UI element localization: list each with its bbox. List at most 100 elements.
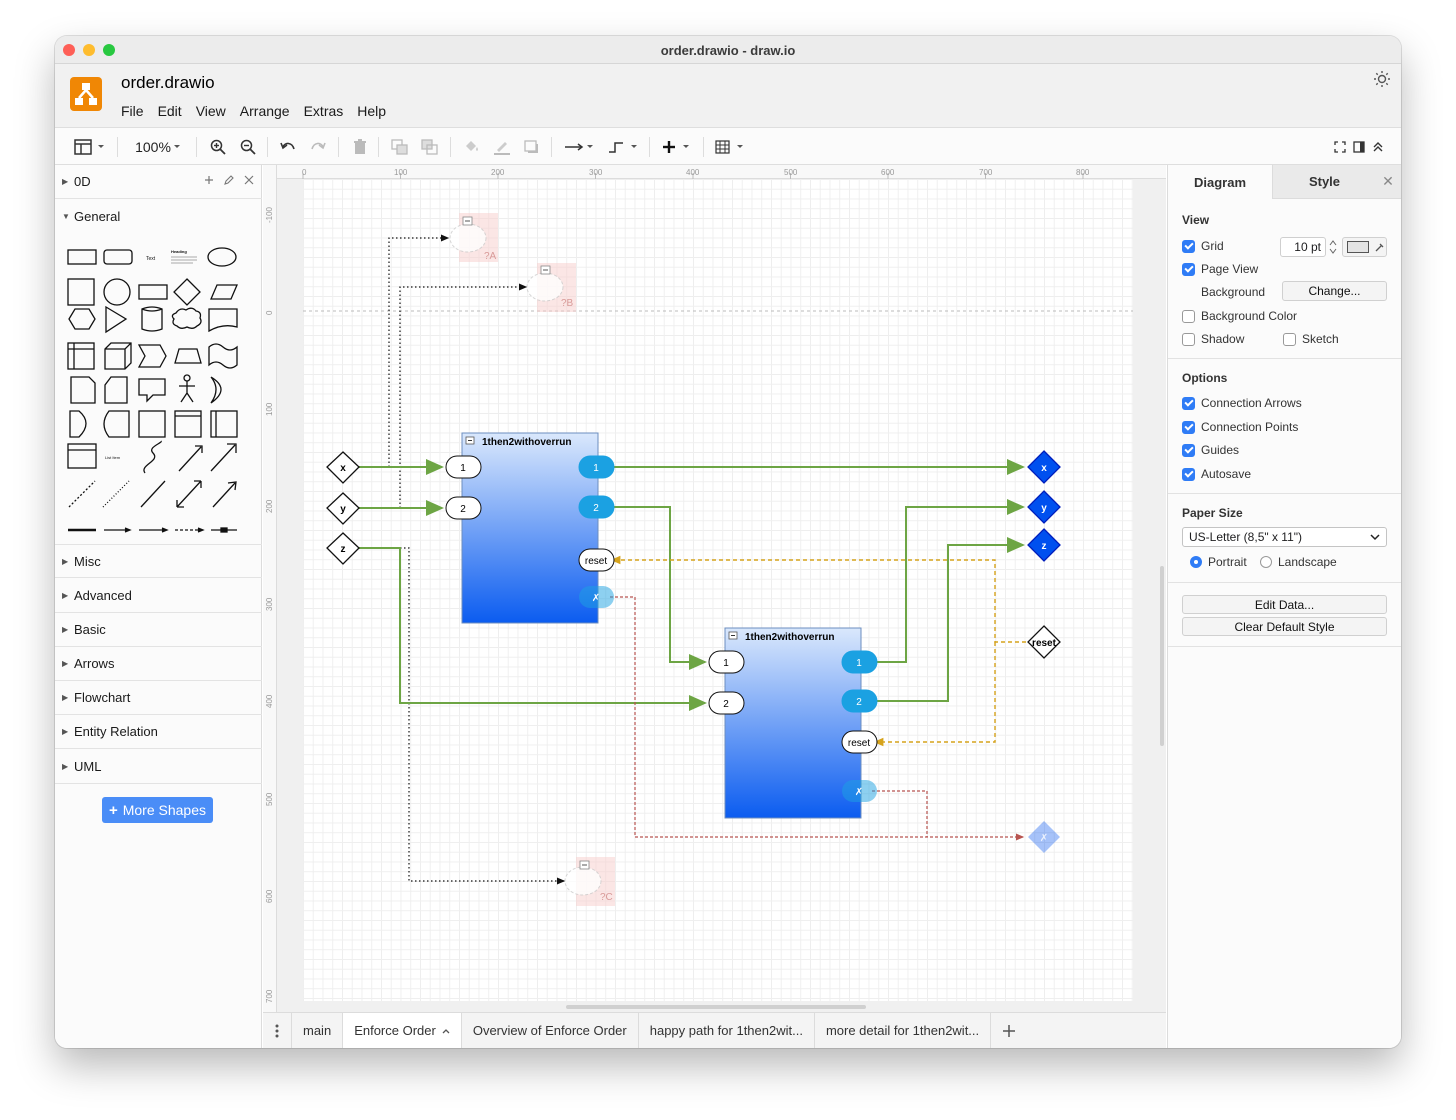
page-view-checkbox[interactable]	[1182, 262, 1195, 276]
connection-arrows-option[interactable]: Connection Arrows	[1182, 396, 1302, 410]
section-arrows[interactable]: ▶ Arrows	[55, 647, 262, 681]
format-panel-toggle-icon[interactable]	[73, 137, 107, 157]
insert-icon[interactable]	[662, 137, 694, 157]
page-view-option[interactable]: Page View	[1182, 262, 1258, 276]
tab-more-detail[interactable]: more detail for 1then2wit...	[815, 1012, 992, 1048]
background-color-option[interactable]: Background Color	[1182, 309, 1297, 323]
menu-help[interactable]: Help	[357, 103, 386, 119]
tab-diagram[interactable]: Diagram	[1168, 165, 1272, 199]
sketch-option[interactable]: Sketch	[1283, 332, 1339, 346]
connection-style-icon[interactable]	[563, 137, 597, 157]
menu-view[interactable]: View	[196, 103, 226, 119]
file-name[interactable]: order.drawio	[121, 73, 215, 93]
autosave-checkbox[interactable]	[1182, 467, 1195, 481]
horizontal-scrollbar[interactable]	[566, 1005, 866, 1009]
menu-file[interactable]: File	[121, 103, 144, 119]
close-icon[interactable]	[244, 175, 254, 185]
background-color-checkbox[interactable]	[1182, 309, 1195, 323]
redo-icon[interactable]	[309, 137, 327, 157]
table-icon[interactable]	[715, 137, 749, 157]
tab-enforce-order[interactable]: Enforce Order	[343, 1012, 462, 1048]
landscape-option[interactable]: Landscape	[1260, 555, 1337, 569]
add-icon[interactable]	[204, 175, 214, 185]
zoom-out-icon[interactable]	[239, 137, 257, 157]
section-general[interactable]: ▼ General	[55, 199, 262, 233]
block-1-out2-port[interactable]: 2	[578, 495, 615, 519]
fail-diamond[interactable]: ✗	[1028, 821, 1060, 853]
input-z-diamond[interactable]: z	[326, 532, 360, 565]
shadow-option[interactable]: Shadow	[1182, 332, 1244, 346]
section-flowchart[interactable]: ▶ Flowchart	[55, 681, 262, 715]
menu-edit[interactable]: Edit	[158, 103, 182, 119]
input-y-diamond[interactable]: y	[326, 492, 360, 525]
block-1-x-port[interactable]: ✗	[579, 586, 614, 608]
block-1-in2-port[interactable]: 2	[445, 496, 482, 520]
section-entity-relation[interactable]: ▶ Entity Relation	[55, 715, 262, 749]
add-page-icon[interactable]	[991, 1013, 1027, 1049]
chevron-up-icon[interactable]	[442, 1028, 450, 1034]
fullscreen-icon[interactable]	[1333, 137, 1347, 157]
tab-main[interactable]: main	[292, 1012, 344, 1048]
theme-sun-icon[interactable]	[1373, 70, 1391, 88]
menu-arrange[interactable]: Arrange	[240, 103, 290, 119]
output-x-diamond[interactable]: x	[1027, 450, 1061, 484]
delete-icon[interactable]	[352, 137, 368, 157]
connection-arrows-checkbox[interactable]	[1182, 396, 1195, 410]
grid-checkbox[interactable]	[1182, 239, 1195, 253]
connection-points-checkbox[interactable]	[1182, 420, 1195, 434]
edit-data-button[interactable]: Edit Data...	[1182, 595, 1387, 614]
undo-icon[interactable]	[279, 137, 297, 157]
section-misc[interactable]: ▶ Misc	[55, 544, 262, 578]
edge-x2-to-fail[interactable]	[872, 790, 928, 837]
sketch-checkbox[interactable]	[1283, 332, 1296, 346]
block-2-in2-port[interactable]: 2	[708, 691, 745, 715]
edge-reset-to-block2[interactable]	[873, 642, 996, 747]
block-2-x-port[interactable]: ✗	[842, 780, 877, 802]
paper-size-select[interactable]: US-Letter (8,5" x 11")	[1182, 527, 1387, 547]
autosave-option[interactable]: Autosave	[1182, 467, 1251, 481]
guides-option[interactable]: Guides	[1182, 443, 1239, 457]
menu-extras[interactable]: Extras	[304, 103, 344, 119]
diagram-canvas[interactable]: 0 100 200 300 400 500 600 700 800 -100 0…	[263, 165, 1166, 1012]
block-2[interactable]: 1then2withoverrun	[724, 627, 862, 819]
reset-diamond[interactable]: reset	[1027, 625, 1061, 659]
block-2-out2-port[interactable]: 2	[841, 689, 878, 713]
tab-overview[interactable]: Overview of Enforce Order	[462, 1012, 639, 1048]
scratchpad-header[interactable]: ▶ 0D	[55, 165, 262, 199]
grid-color-button[interactable]	[1342, 237, 1387, 257]
grid-size-stepper[interactable]	[1328, 237, 1338, 257]
block-1[interactable]: 1then2withoverrun	[461, 432, 599, 624]
general-shapes-palette[interactable]: Text Heading List Item	[65, 239, 255, 539]
guides-checkbox[interactable]	[1182, 443, 1195, 457]
waypoints-icon[interactable]	[607, 137, 641, 157]
output-y-diamond[interactable]: y	[1027, 490, 1061, 524]
tab-style[interactable]: Style	[1272, 165, 1376, 199]
section-uml[interactable]: ▶ UML	[55, 750, 262, 784]
clear-default-style-button[interactable]: Clear Default Style	[1182, 617, 1387, 636]
grid-option[interactable]: Grid	[1182, 239, 1224, 253]
ghost-c[interactable]: ?C	[564, 857, 615, 906]
ghost-b[interactable]: ?B	[526, 263, 576, 312]
edge-out2-to-block2-in1[interactable]	[610, 506, 707, 670]
shadow-checkbox[interactable]	[1182, 332, 1195, 346]
fill-color-icon[interactable]	[463, 137, 481, 157]
tab-happy-path[interactable]: happy path for 1then2wit...	[639, 1012, 815, 1048]
edge-x-to-a[interactable]	[388, 234, 450, 467]
block-1-out1-port[interactable]: 1	[578, 455, 615, 479]
line-color-icon[interactable]	[493, 137, 511, 157]
close-panel-icon[interactable]: ✕	[1375, 165, 1401, 199]
landscape-radio[interactable]	[1260, 556, 1272, 568]
portrait-radio[interactable]	[1190, 556, 1202, 568]
section-basic[interactable]: ▶ Basic	[55, 613, 262, 647]
vertical-scrollbar[interactable]	[1160, 566, 1164, 746]
block-1-reset-port[interactable]: reset	[578, 548, 615, 572]
block-2-out1-port[interactable]: 1	[841, 650, 878, 674]
block-2-in1-port[interactable]: 1	[708, 650, 745, 674]
pages-menu-icon[interactable]	[263, 1012, 292, 1048]
input-x-diamond[interactable]: x	[326, 451, 360, 484]
change-background-button[interactable]: Change...	[1282, 281, 1387, 301]
ghost-a[interactable]: ?A	[449, 213, 498, 262]
block-2-reset-port[interactable]: reset	[841, 730, 878, 754]
portrait-option[interactable]: Portrait	[1190, 555, 1247, 569]
block-1-in1-port[interactable]: 1	[445, 455, 482, 479]
